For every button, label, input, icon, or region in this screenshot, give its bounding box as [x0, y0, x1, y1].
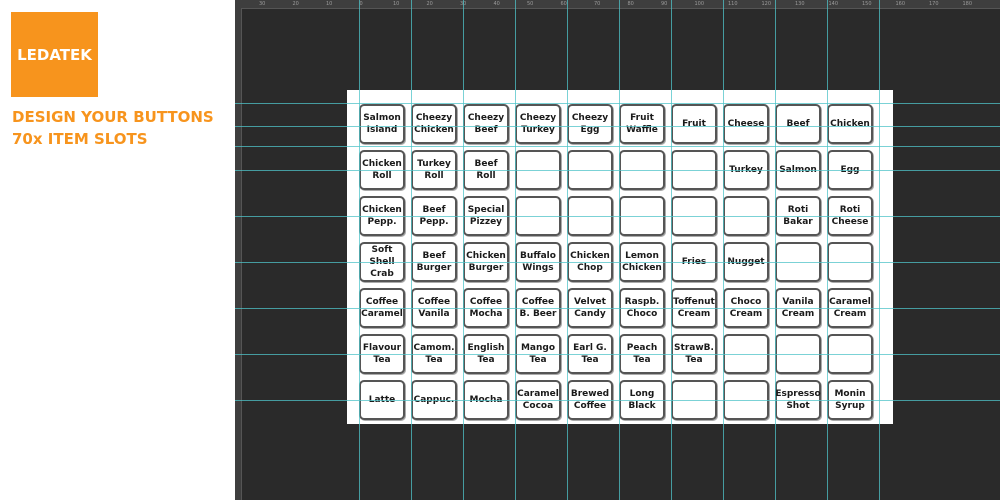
ruler-tick-label: 170	[929, 1, 939, 7]
horizontal-guide[interactable]	[235, 262, 1000, 263]
item-slot[interactable]: Chicken	[827, 104, 873, 144]
ruler-tick-label: 110	[728, 1, 738, 7]
item-slot[interactable]: Cheezy Chicken	[411, 104, 457, 144]
horizontal-guide[interactable]	[235, 308, 1000, 309]
item-slot-label: Cheezy Beef	[467, 113, 505, 135]
item-slot-label: Fruit Waffle	[626, 113, 658, 135]
ruler-tick-label: 90	[661, 1, 668, 7]
editor-workspace[interactable]: 3020100102030405060708090100110120130140…	[235, 0, 1000, 500]
horizontal-guide[interactable]	[235, 400, 1000, 401]
ruler-tick-label: 150	[862, 1, 872, 7]
horizontal-ruler: 3020100102030405060708090100110120130140…	[235, 0, 1000, 9]
vertical-guide[interactable]	[411, 0, 412, 500]
ruler-tick-label: 40	[493, 1, 500, 7]
item-slot-label: Chicken	[830, 119, 870, 129]
vertical-guide[interactable]	[775, 0, 776, 500]
vertical-guide[interactable]	[671, 0, 672, 500]
horizontal-guide[interactable]	[235, 126, 1000, 127]
item-slot-label: Beef	[786, 119, 810, 129]
item-slot-label: Cheezy Chicken	[414, 113, 454, 135]
ruler-tick-label: 140	[828, 1, 839, 7]
ruler-tick-label: 120	[761, 1, 772, 7]
vertical-guide[interactable]	[619, 0, 620, 500]
ruler-tick-label: 160	[895, 1, 906, 7]
item-slot[interactable]: Fruit	[671, 104, 717, 144]
ruler-tick-label: 20	[292, 1, 299, 7]
item-slot-label: Cheezy Turkey	[519, 113, 557, 135]
ledatek-logo: LEDATEK	[11, 12, 98, 97]
headline-design-buttons: DESIGN YOUR BUTTONS	[12, 108, 214, 126]
info-panel: LEDATEK DESIGN YOUR BUTTONS 70x ITEM SLO…	[0, 0, 235, 500]
horizontal-guide[interactable]	[235, 103, 1000, 104]
headline-item-slots: 70x ITEM SLOTS	[12, 130, 148, 148]
ruler-tick-label: 60	[560, 1, 567, 7]
ruler-tick-label: 80	[627, 1, 634, 7]
horizontal-guide[interactable]	[235, 216, 1000, 217]
ruler-tick-label: 130	[795, 1, 805, 7]
item-slot-label: Fruit	[682, 119, 706, 129]
vertical-guide[interactable]	[567, 0, 568, 500]
ruler-tick-label: 10	[326, 1, 333, 7]
ruler-tick-label: 70	[594, 1, 601, 7]
vertical-guide[interactable]	[723, 0, 724, 500]
item-slot[interactable]: Cheezy Beef	[463, 104, 509, 144]
ruler-tick-label: 50	[527, 1, 534, 7]
item-slot-label: Cheese	[727, 119, 765, 129]
horizontal-guide[interactable]	[235, 354, 1000, 355]
ruler-tick-label: 10	[393, 1, 400, 7]
vertical-guide[interactable]	[879, 0, 880, 500]
item-slot[interactable]: Cheezy Egg	[567, 104, 613, 144]
horizontal-guide[interactable]	[235, 146, 1000, 147]
item-slot[interactable]: Beef	[775, 104, 821, 144]
ruler-tick-label: 180	[962, 1, 973, 7]
design-canvas[interactable]: Salmon Island Cheezy Chicken Cheezy Beef Ch…	[347, 90, 893, 424]
item-slot[interactable]: Salmon Island	[359, 104, 405, 144]
item-slot[interactable]: Cheese	[723, 104, 769, 144]
vertical-guide[interactable]	[827, 0, 828, 500]
ruler-tick-label: 30	[259, 1, 266, 7]
ruler-tick-label: 100	[694, 1, 705, 7]
item-slot[interactable]: Cheezy Turkey	[515, 104, 561, 144]
item-slot-label: Salmon Island	[363, 113, 401, 135]
item-slot[interactable]: Fruit Waffle	[619, 104, 665, 144]
vertical-guide[interactable]	[463, 0, 464, 500]
horizontal-guide[interactable]	[235, 170, 1000, 171]
vertical-guide[interactable]	[359, 0, 360, 500]
vertical-ruler	[235, 8, 242, 500]
ruler-tick-label: 20	[426, 1, 433, 7]
item-slot-label: Cheezy Egg	[571, 113, 609, 135]
vertical-guide[interactable]	[515, 0, 516, 500]
